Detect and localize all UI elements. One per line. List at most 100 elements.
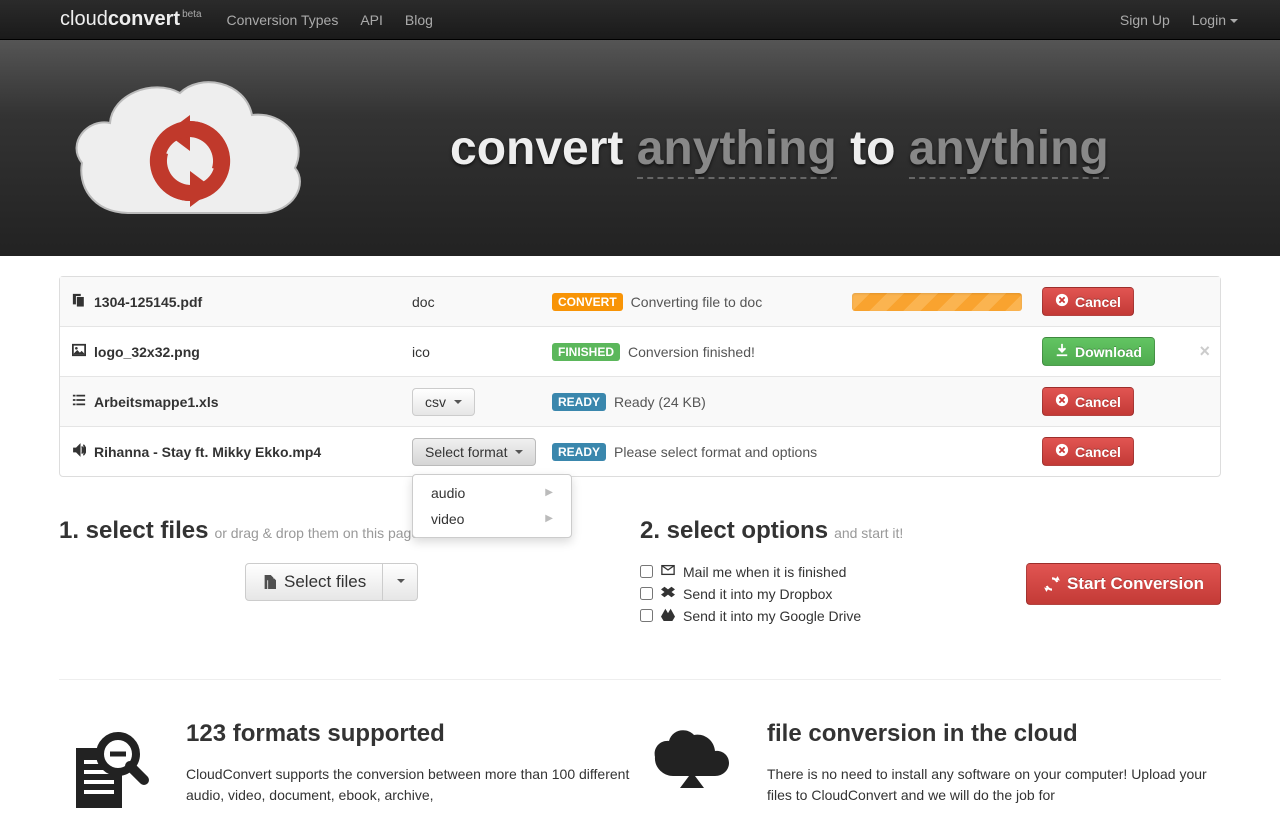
start-conversion-button[interactable]: Start Conversion bbox=[1026, 563, 1221, 605]
file-name: Arbeitsmappe1.xls bbox=[94, 394, 219, 410]
format-select-label: csv bbox=[425, 394, 446, 410]
option-label: Send it into my Google Drive bbox=[683, 608, 861, 624]
chevron-right-icon: ▶ bbox=[545, 487, 553, 498]
format-text: doc bbox=[412, 294, 435, 310]
nav-signup[interactable]: Sign Up bbox=[1120, 12, 1170, 28]
files-icon bbox=[262, 575, 276, 589]
action-icon bbox=[1055, 393, 1069, 410]
menu-item-audio[interactable]: audio ▶ bbox=[413, 480, 571, 506]
file-type-icon bbox=[72, 343, 86, 360]
status-badge: READY bbox=[552, 443, 606, 461]
option-label: Mail me when it is finished bbox=[683, 564, 846, 580]
option-row: Send it into my Google Drive bbox=[640, 607, 1026, 624]
action-icon bbox=[1055, 343, 1069, 360]
feature-cloud: file conversion in the cloud There is no… bbox=[640, 720, 1221, 816]
hero-w2: anything bbox=[637, 122, 837, 179]
menu-item-label: video bbox=[431, 511, 464, 527]
table-row: logo_32x32.pngicoFINISHEDConversion fini… bbox=[60, 327, 1220, 377]
step2-title: 2. select options bbox=[640, 517, 828, 544]
option-row: Send it into my Dropbox bbox=[640, 585, 1026, 602]
progress-bar bbox=[852, 293, 1022, 311]
cloud-upload-icon bbox=[644, 720, 739, 816]
nav-api[interactable]: API bbox=[360, 12, 383, 28]
menu-item-label: audio bbox=[431, 485, 465, 501]
start-conversion-label: Start Conversion bbox=[1067, 574, 1204, 594]
file-type-icon bbox=[72, 393, 86, 410]
navbar: cloudconvertbeta Conversion Types API Bl… bbox=[0, 0, 1280, 40]
select-files-group: Select files bbox=[245, 563, 418, 601]
table-row: Arbeitsmappe1.xls csv READY Ready (24 KB) Ca… bbox=[60, 377, 1220, 427]
option-label: Send it into my Dropbox bbox=[683, 586, 832, 602]
nav-login-label: Login bbox=[1192, 12, 1226, 28]
option-row: Mail me when it is finished bbox=[640, 563, 1026, 580]
file-name: 1304-125145.pdf bbox=[94, 294, 202, 310]
file-name: Rihanna - Stay ft. Mikky Ekko.mp4 bbox=[94, 444, 321, 460]
file-table: 1304-125145.pdf doc CONVERT Converting file… bbox=[59, 276, 1221, 477]
status-text: Please select format and options bbox=[614, 444, 817, 460]
option-checkbox[interactable] bbox=[640, 609, 653, 622]
action-label: Download bbox=[1075, 344, 1142, 360]
cancel-button[interactable]: Cancel bbox=[1042, 287, 1134, 316]
status-text: Conversion finished! bbox=[628, 344, 755, 360]
cancel-button[interactable]: Cancel bbox=[1042, 387, 1134, 416]
chevron-down-icon bbox=[397, 579, 405, 583]
download-button[interactable]: Download bbox=[1042, 337, 1155, 366]
hero-w3: to bbox=[850, 122, 895, 175]
mail-icon bbox=[661, 563, 675, 580]
magnify-doc-icon bbox=[63, 720, 158, 816]
cancel-button[interactable]: Cancel bbox=[1042, 437, 1134, 466]
dropbox-icon bbox=[661, 585, 675, 602]
hero-headline: convert anything to anything bbox=[450, 121, 1109, 176]
status-badge: FINISHED bbox=[552, 343, 620, 361]
table-row: 1304-125145.pdf doc CONVERT Converting file… bbox=[60, 277, 1220, 327]
select-files-button[interactable]: Select files bbox=[245, 563, 383, 601]
chevron-down-icon bbox=[515, 450, 523, 454]
option-checkbox[interactable] bbox=[640, 587, 653, 600]
feature-formats: 123 formats supported CloudConvert suppo… bbox=[59, 720, 640, 816]
hero: convert anything to anything bbox=[0, 40, 1280, 256]
option-checkbox[interactable] bbox=[640, 565, 653, 578]
refresh-icon bbox=[1043, 575, 1061, 593]
action-label: Cancel bbox=[1075, 394, 1121, 410]
feature-formats-title: 123 formats supported bbox=[186, 720, 636, 748]
format-text: ico bbox=[412, 344, 430, 360]
file-type-icon bbox=[72, 443, 86, 460]
hero-w4: anything bbox=[909, 122, 1109, 179]
status-badge: READY bbox=[552, 393, 606, 411]
step2-hint: and start it! bbox=[834, 525, 903, 541]
nav-login[interactable]: Login bbox=[1192, 12, 1238, 28]
hero-w1: convert bbox=[450, 122, 623, 175]
brand-part-b: convert bbox=[108, 8, 180, 30]
divider bbox=[59, 679, 1221, 680]
action-icon bbox=[1055, 443, 1069, 460]
step1-title: 1. select files bbox=[59, 517, 208, 544]
logo-cloud bbox=[70, 63, 310, 233]
brand[interactable]: cloudconvertbeta bbox=[60, 8, 202, 31]
chevron-down-icon bbox=[1230, 19, 1238, 23]
status-text: Ready (24 KB) bbox=[614, 394, 706, 410]
nav-conversion-types[interactable]: Conversion Types bbox=[227, 12, 339, 28]
file-type-icon bbox=[72, 293, 86, 310]
format-select-button[interactable]: Select format bbox=[412, 438, 536, 466]
status-text: Converting file to doc bbox=[631, 294, 763, 310]
nav-blog[interactable]: Blog bbox=[405, 12, 433, 28]
menu-item-video[interactable]: video ▶ bbox=[413, 506, 571, 532]
step1-hint: or drag & drop them on this page! bbox=[214, 525, 423, 541]
format-select-button[interactable]: csv bbox=[412, 388, 475, 416]
select-files-dropdown[interactable] bbox=[383, 563, 418, 601]
table-row: Rihanna - Stay ft. Mikky Ekko.mp4 Select … bbox=[60, 427, 1220, 476]
brand-part-a: cloud bbox=[60, 8, 108, 30]
beta-badge: beta bbox=[182, 9, 201, 20]
chevron-right-icon: ▶ bbox=[545, 513, 553, 524]
chevron-down-icon bbox=[454, 400, 462, 404]
close-icon[interactable]: × bbox=[1199, 341, 1210, 362]
step2: 2. select options and start it! Mail me w… bbox=[640, 517, 1221, 629]
gdrive-icon bbox=[661, 607, 675, 624]
options-list: Mail me when it is finished Send it into … bbox=[640, 563, 1026, 629]
format-menu: audio ▶ video ▶ bbox=[412, 474, 572, 538]
select-files-label: Select files bbox=[284, 572, 366, 592]
action-icon bbox=[1055, 293, 1069, 310]
action-label: Cancel bbox=[1075, 294, 1121, 310]
action-label: Cancel bbox=[1075, 444, 1121, 460]
status-badge: CONVERT bbox=[552, 293, 623, 311]
